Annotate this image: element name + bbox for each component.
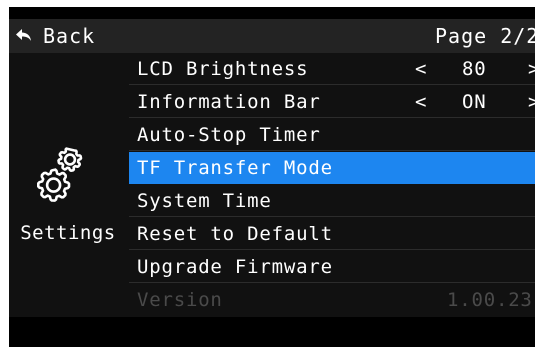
menu-item-label: LCD Brightness [137, 58, 309, 80]
menu-item-label: Reset to Default [137, 223, 333, 245]
menu-item-tf-transfer-mode[interactable]: TF Transfer Mode [129, 152, 535, 184]
back-label: Back [43, 24, 96, 48]
menu-item-value: 80 [462, 58, 487, 80]
menu-item-label: Information Bar [137, 91, 321, 113]
menu-item-label: Auto-Stop Timer [137, 124, 321, 146]
gear-icon [37, 147, 83, 202]
menu-item-reset-to-default[interactable]: Reset to Default [129, 218, 535, 250]
menu-item-label: TF Transfer Mode [137, 157, 333, 179]
menu-item-label: Version [137, 289, 223, 311]
menu-item-system-time[interactable]: System Time [129, 185, 535, 217]
content-area: Settings LCD Brightness < 80 > Informati… [9, 53, 535, 317]
header-bar: Back Page 2/2 [9, 19, 535, 53]
menu-item-version: Version 1.00.23 [129, 284, 535, 316]
increase-arrow-icon[interactable]: > [528, 53, 535, 85]
bottom-bezel [9, 317, 535, 347]
top-bezel [9, 7, 535, 19]
decrease-arrow-icon[interactable]: < [415, 86, 426, 118]
menu-item-label: Upgrade Firmware [137, 256, 333, 278]
increase-arrow-icon[interactable]: > [528, 86, 535, 118]
settings-menu: LCD Brightness < 80 > Information Bar < … [129, 53, 535, 317]
menu-item-auto-stop-timer[interactable]: Auto-Stop Timer [129, 119, 535, 151]
version-number: 1.00.23 [447, 289, 533, 311]
menu-item-information-bar[interactable]: Information Bar < ON > [129, 86, 535, 118]
sidebar: Settings [9, 53, 127, 317]
back-arrow-icon [16, 29, 31, 41]
menu-item-lcd-brightness[interactable]: LCD Brightness < 80 > [129, 53, 535, 85]
decrease-arrow-icon[interactable]: < [415, 53, 426, 85]
menu-item-value: ON [462, 91, 487, 113]
page-indicator: Page 2/2 [435, 24, 535, 48]
menu-item-label: System Time [137, 190, 272, 212]
device-screen: Back Page 2/2 Settings LCD Brightness < … [9, 7, 535, 347]
menu-item-upgrade-firmware[interactable]: Upgrade Firmware [129, 251, 535, 283]
back-button[interactable]: Back [15, 22, 95, 50]
sidebar-label: Settings [20, 222, 116, 244]
